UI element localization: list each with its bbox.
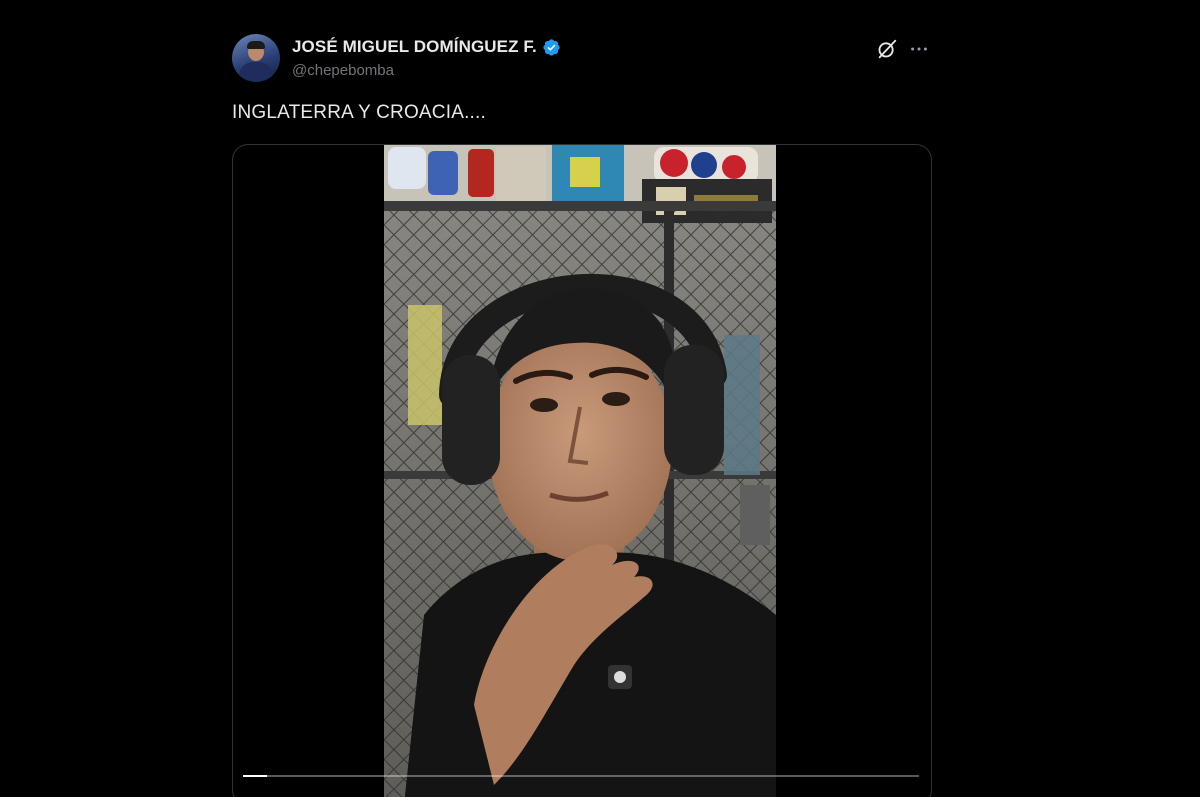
tweet[interactable]: JOSÉ MIGUEL DOMÍNGUEZ F. @chepebomba ING… bbox=[232, 28, 932, 797]
tweet-header: JOSÉ MIGUEL DOMÍNGUEZ F. @chepebomba bbox=[232, 32, 932, 84]
avatar-hair-shape bbox=[247, 41, 265, 49]
video-progress-fill bbox=[243, 775, 267, 777]
tweet-text: INGLATERRA Y CROACIA.... bbox=[232, 102, 486, 123]
author-name-row: JOSÉ MIGUEL DOMÍNGUEZ F. bbox=[292, 36, 561, 58]
grok-icon[interactable] bbox=[876, 38, 898, 60]
avatar-body-shape bbox=[239, 62, 273, 82]
video-progress-bar[interactable] bbox=[243, 775, 919, 777]
verified-badge-icon bbox=[543, 38, 560, 56]
author-display-name[interactable]: JOSÉ MIGUEL DOMÍNGUEZ F. bbox=[292, 37, 537, 57]
more-dots-icon bbox=[911, 47, 927, 51]
video-frame[interactable] bbox=[384, 145, 776, 797]
author-handle[interactable]: @chepebomba bbox=[292, 62, 561, 79]
author-block: JOSÉ MIGUEL DOMÍNGUEZ F. @chepebomba bbox=[292, 36, 561, 79]
avatar[interactable] bbox=[232, 34, 280, 82]
x-post-page: JOSÉ MIGUEL DOMÍNGUEZ F. @chepebomba ING… bbox=[0, 0, 1200, 797]
video-still-image bbox=[384, 145, 776, 797]
video-player[interactable] bbox=[232, 144, 932, 797]
more-icon[interactable] bbox=[908, 38, 930, 60]
